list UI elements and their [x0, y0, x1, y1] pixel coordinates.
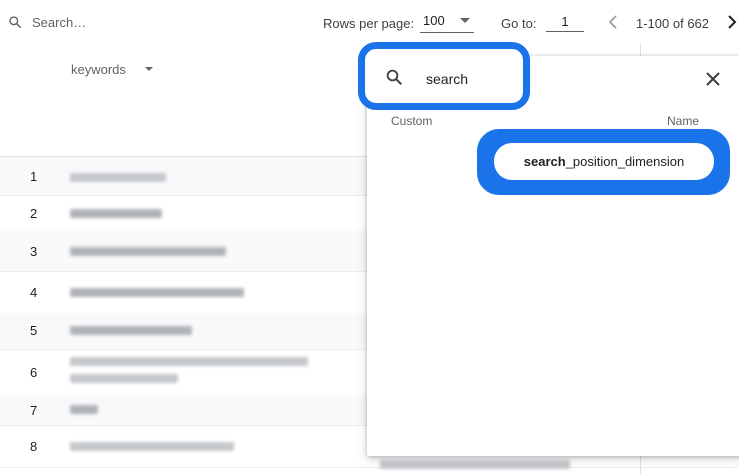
redacted-keyword: [70, 209, 162, 218]
row-number: 3: [30, 244, 38, 259]
row-number: 6: [30, 365, 38, 380]
name-column-label: Name: [667, 114, 700, 128]
close-icon[interactable]: [704, 70, 722, 93]
redacted-keyword: [70, 405, 98, 414]
row-number: 8: [30, 439, 38, 454]
rows-per-page-label: Rows per page:: [323, 16, 415, 31]
dimension-option-search-position-dimension[interactable]: search_position_dimension: [494, 143, 714, 180]
dimension-search-input[interactable]: [426, 70, 516, 88]
row-number: 2: [30, 206, 38, 221]
rows-per-page-value: 100: [423, 13, 445, 28]
go-to-page-input[interactable]: [546, 11, 584, 32]
redacted-keyword: [70, 374, 178, 383]
redacted-keyword: [70, 326, 192, 335]
redacted-keyword: [70, 357, 308, 366]
row-number: 7: [30, 403, 38, 418]
table-search-input[interactable]: [32, 12, 232, 32]
previous-page-icon[interactable]: [607, 14, 619, 35]
custom-column-label: Custom: [391, 114, 433, 128]
keywords-column-header[interactable]: keywords: [71, 62, 126, 77]
row-number: 4: [30, 285, 38, 300]
rows-per-page-select[interactable]: 100: [420, 10, 474, 33]
table-toolbar: Rows per page: 100 Go to: 1-100 of 662: [0, 0, 739, 45]
next-page-icon[interactable]: [726, 14, 738, 35]
pagination-range: 1-100 of 662: [636, 16, 710, 31]
redacted-keyword: [70, 173, 166, 182]
search-icon: [385, 68, 403, 91]
redacted-keyword: [70, 288, 244, 297]
result-match-text: search: [523, 154, 566, 169]
result-rest-text: _position_dimension: [565, 154, 685, 169]
row-number: 5: [30, 323, 38, 338]
chevron-down-icon[interactable]: [145, 67, 153, 71]
redacted-keyword: [70, 442, 234, 451]
row-number: 1: [30, 169, 38, 184]
go-to-label: Go to:: [501, 16, 537, 31]
search-icon: [8, 15, 22, 34]
chevron-down-icon: [460, 18, 470, 23]
redacted-keyword: [70, 247, 226, 256]
redacted-text: [380, 460, 570, 469]
